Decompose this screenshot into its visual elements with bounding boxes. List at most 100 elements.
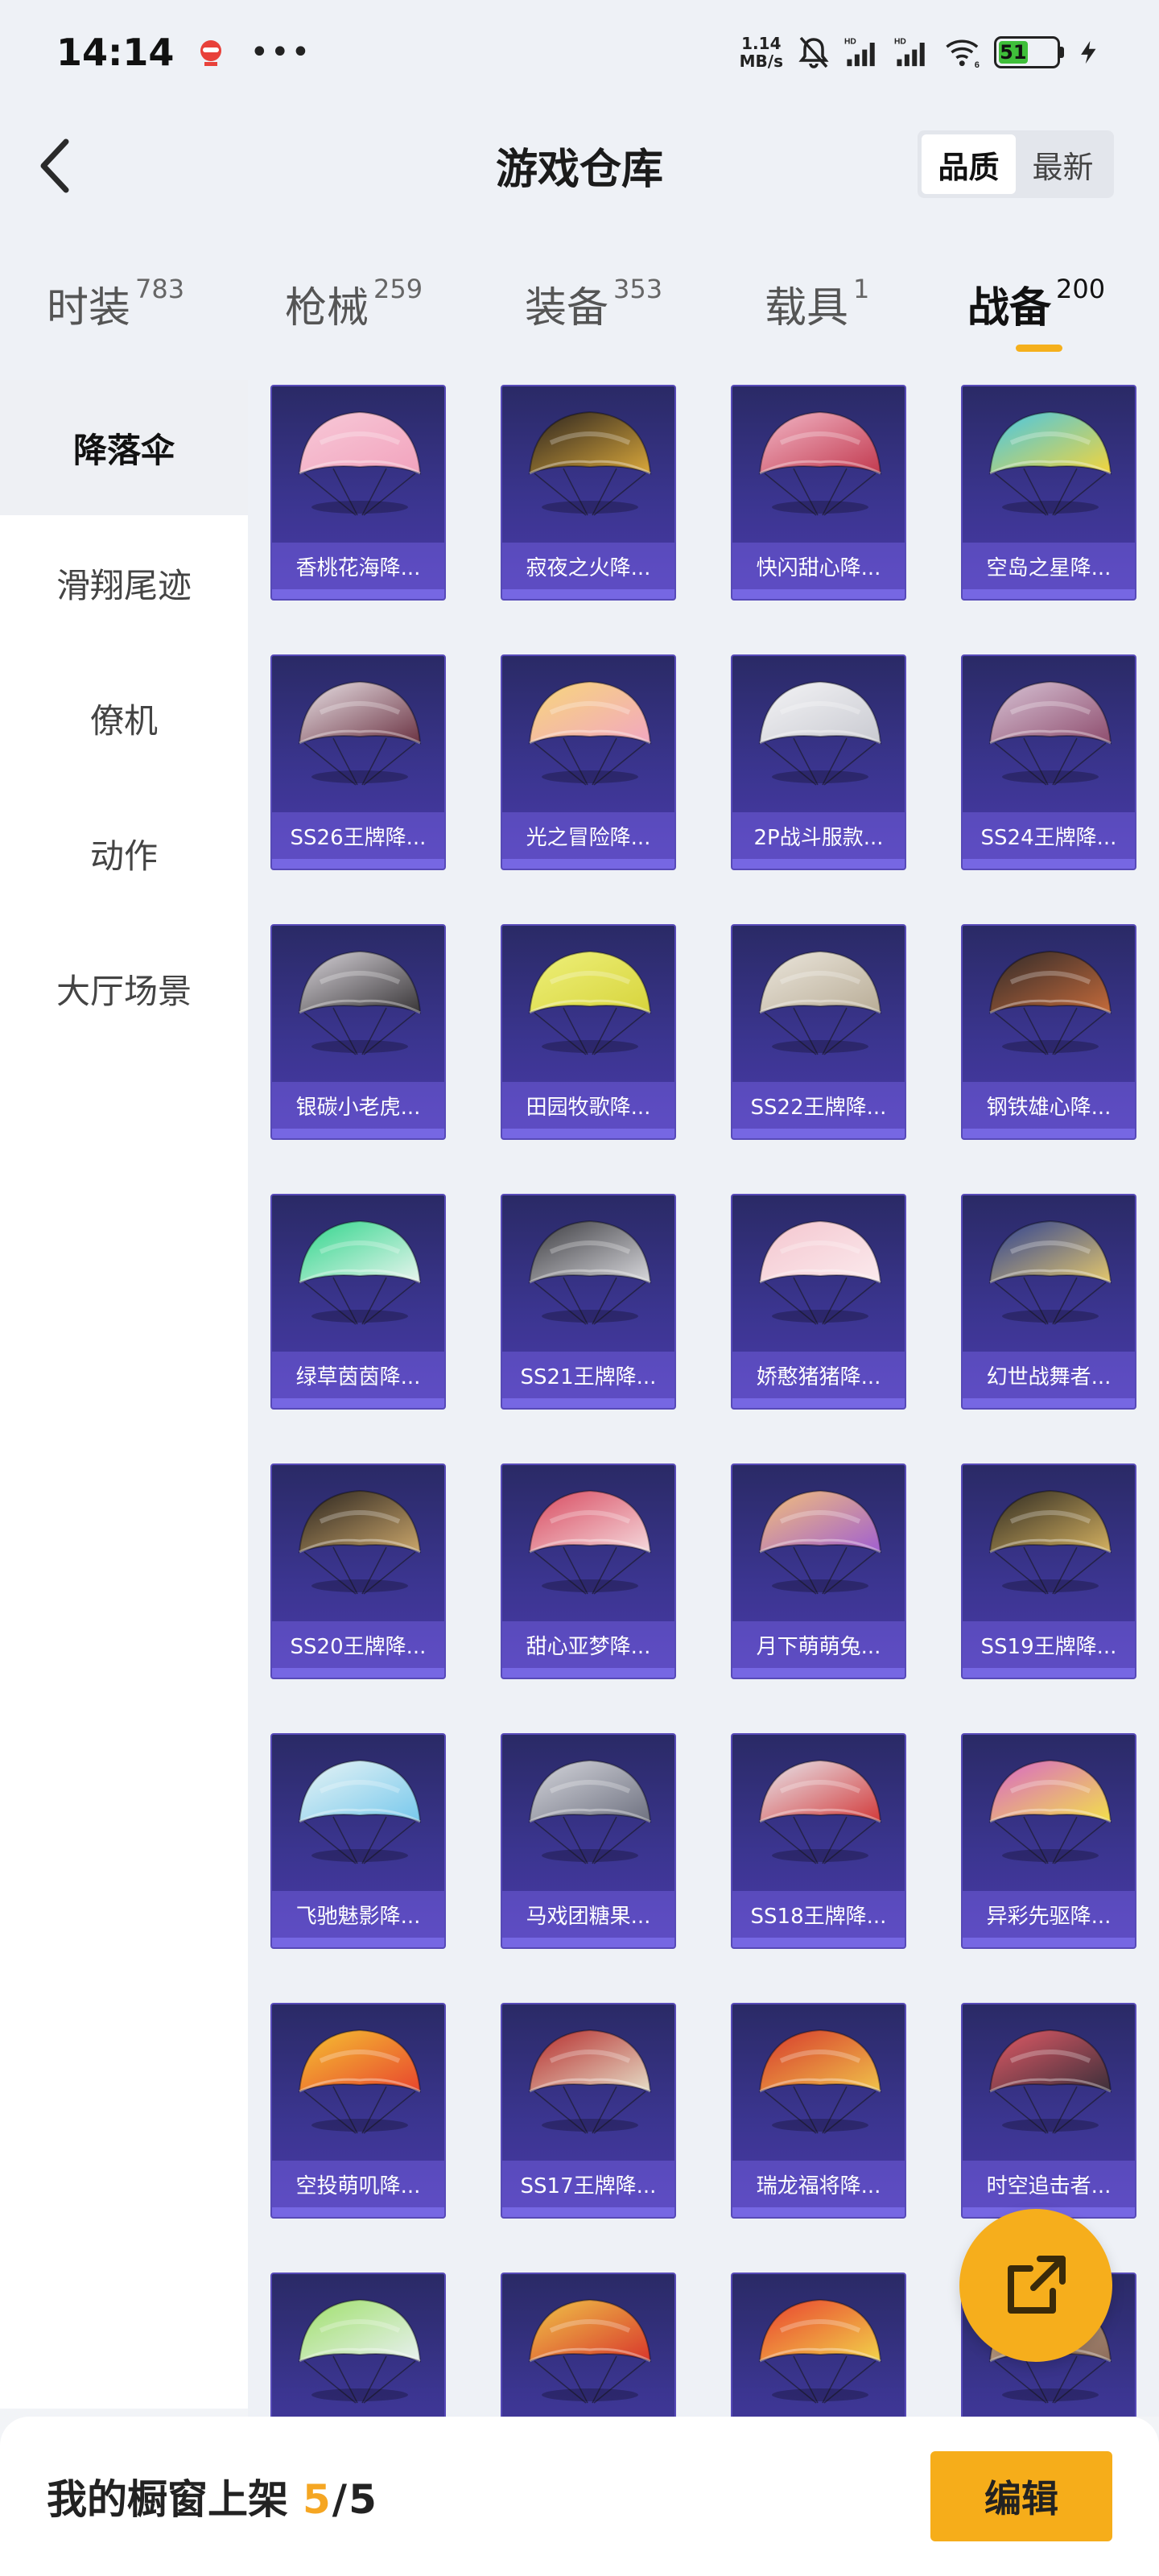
parachute-image bbox=[528, 2029, 652, 2134]
parachute-item-card[interactable]: 娇憨猪猪降... bbox=[731, 1194, 906, 1410]
parachute-item-card[interactable]: 空岛之星降... bbox=[961, 385, 1136, 601]
wifi-icon: 6 bbox=[946, 39, 980, 70]
showcase-status: 我的橱窗上架 5 / 5 bbox=[47, 2467, 377, 2525]
item-name: SS19王牌降... bbox=[963, 1621, 1135, 1668]
parachute-image bbox=[988, 1220, 1112, 1325]
parachute-item-card[interactable]: 幻世战舞者... bbox=[961, 1194, 1136, 1410]
sort-latest-option[interactable]: 最新 bbox=[1016, 134, 1110, 194]
parachute-item-card[interactable]: 异彩先驱降... bbox=[961, 1733, 1136, 1949]
parachute-item-card[interactable]: 马戏团糖果... bbox=[501, 1733, 676, 1949]
parachute-image bbox=[528, 1489, 652, 1595]
quality-bar bbox=[732, 1938, 905, 1947]
parachute-image bbox=[528, 1759, 652, 1864]
item-name: 田园牧歌降... bbox=[502, 1082, 674, 1129]
quality-bar bbox=[963, 859, 1135, 869]
parachute-image bbox=[298, 2029, 422, 2134]
parachute-item-card[interactable]: 时空追击者... bbox=[961, 2003, 1136, 2219]
quality-bar bbox=[502, 1398, 674, 1408]
item-name: 香桃花海降... bbox=[272, 543, 444, 589]
parachute-item-card[interactable]: SS20王牌降... bbox=[270, 1463, 446, 1679]
tab-vehicles[interactable]: 载具 1 bbox=[765, 274, 869, 334]
sort-quality-option[interactable]: 品质 bbox=[922, 134, 1016, 194]
item-name: SS18王牌降... bbox=[732, 1891, 905, 1938]
parachute-item-card[interactable]: 月下萌萌兔... bbox=[731, 1463, 906, 1679]
parachute-item-card[interactable] bbox=[731, 2273, 906, 2417]
parachute-item-card[interactable] bbox=[270, 2273, 446, 2417]
tab-label: 载具 bbox=[765, 284, 849, 332]
parachute-item-card[interactable]: 光之冒险降... bbox=[501, 654, 676, 870]
parachute-item-card[interactable]: 快闪甜心降... bbox=[731, 385, 906, 601]
tab-equipment[interactable]: 装备 353 bbox=[525, 274, 662, 334]
sidebar-item-wingman[interactable]: 僚机 bbox=[0, 650, 248, 786]
tab-label: 枪械 bbox=[285, 284, 369, 332]
quality-bar bbox=[272, 859, 444, 869]
item-name: 寂夜之火降... bbox=[502, 543, 674, 589]
sidebar-item-emote[interactable]: 动作 bbox=[0, 786, 248, 921]
item-name: 银碳小老虎... bbox=[272, 1082, 444, 1129]
item-name: SS21王牌降... bbox=[502, 1352, 674, 1398]
back-button[interactable] bbox=[24, 134, 89, 198]
parachute-item-card[interactable]: 钢铁雄心降... bbox=[961, 924, 1136, 1140]
item-name: SS22王牌降... bbox=[732, 1082, 905, 1129]
parachute-image bbox=[988, 1759, 1112, 1864]
mute-bell-icon bbox=[798, 36, 829, 68]
share-icon bbox=[1008, 2256, 1066, 2314]
parachute-image bbox=[528, 2298, 652, 2404]
item-name: SS26王牌降... bbox=[272, 812, 444, 859]
parachute-item-card[interactable]: 飞驰魅影降... bbox=[270, 1733, 446, 1949]
parachute-image bbox=[758, 680, 882, 786]
parachute-item-card[interactable]: 寂夜之火降... bbox=[501, 385, 676, 601]
showcase-current: 5 bbox=[303, 2476, 331, 2523]
parachute-item-card[interactable] bbox=[501, 2273, 676, 2417]
parachute-image bbox=[528, 1220, 652, 1325]
parachute-item-card[interactable]: 瑞龙福将降... bbox=[731, 2003, 906, 2219]
edit-button[interactable]: 编辑 bbox=[930, 2451, 1112, 2541]
parachute-image bbox=[758, 1759, 882, 1864]
parachute-item-card[interactable]: 田园牧歌降... bbox=[501, 924, 676, 1140]
parachute-item-card[interactable]: 绿草茵茵降... bbox=[270, 1194, 446, 1410]
parachute-image bbox=[298, 680, 422, 786]
parachute-item-card[interactable]: 2P战斗服款... bbox=[731, 654, 906, 870]
header: 游戏仓库 品质 最新 bbox=[0, 105, 1159, 225]
item-name: 月下萌萌兔... bbox=[732, 1621, 905, 1668]
net-speed: 1.14 MB/s bbox=[740, 35, 783, 70]
item-name: 绿草茵茵降... bbox=[272, 1352, 444, 1398]
parachute-item-card[interactable]: SS26王牌降... bbox=[270, 654, 446, 870]
parachute-item-card[interactable]: SS17王牌降... bbox=[501, 2003, 676, 2219]
sort-toggle[interactable]: 品质 最新 bbox=[918, 130, 1114, 198]
quality-bar bbox=[272, 1129, 444, 1138]
wifi-label: 6 bbox=[975, 60, 980, 70]
parachute-item-card[interactable]: 香桃花海降... bbox=[270, 385, 446, 601]
signal-2-icon: HD bbox=[894, 38, 925, 67]
parachute-image bbox=[528, 680, 652, 786]
sidebar-item-lobby-scene[interactable]: 大厅场景 bbox=[0, 921, 248, 1056]
app-notification-icon bbox=[200, 40, 222, 66]
sidebar-item-parachute[interactable]: 降落伞 bbox=[0, 380, 248, 515]
parachute-item-card[interactable]: SS18王牌降... bbox=[731, 1733, 906, 1949]
tab-weapons[interactable]: 枪械 259 bbox=[285, 274, 423, 334]
parachute-item-card[interactable]: SS22王牌降... bbox=[731, 924, 906, 1140]
tab-battle-gear[interactable]: 战备 200 bbox=[967, 274, 1105, 334]
parachute-item-card[interactable]: 空投萌叽降... bbox=[270, 2003, 446, 2219]
item-name: SS20王牌降... bbox=[272, 1621, 444, 1668]
parachute-item-card[interactable]: 银碳小老虎... bbox=[270, 924, 446, 1140]
parachute-item-card[interactable]: SS19王牌降... bbox=[961, 1463, 1136, 1679]
item-name: 光之冒险降... bbox=[502, 812, 674, 859]
category-tabs: 时装 783 枪械 259 装备 353 载具 1 战备 200 bbox=[0, 242, 1159, 380]
quality-bar bbox=[502, 1668, 674, 1678]
net-speed-value: 1.14 bbox=[741, 34, 782, 53]
parachute-image bbox=[298, 950, 422, 1055]
quality-bar bbox=[502, 1129, 674, 1138]
sidebar-item-glide-trail[interactable]: 滑翔尾迹 bbox=[0, 515, 248, 650]
share-button[interactable] bbox=[959, 2209, 1112, 2362]
tab-fashion[interactable]: 时装 783 bbox=[47, 274, 184, 334]
parachute-item-card[interactable]: 甜心亚梦降... bbox=[501, 1463, 676, 1679]
quality-bar bbox=[732, 2207, 905, 2217]
parachute-image bbox=[758, 2029, 882, 2134]
net-speed-unit: MB/s bbox=[739, 52, 783, 71]
parachute-image bbox=[758, 950, 882, 1055]
parachute-item-card[interactable]: SS24王牌降... bbox=[961, 654, 1136, 870]
quality-bar bbox=[963, 1129, 1135, 1138]
parachute-item-card[interactable]: SS21王牌降... bbox=[501, 1194, 676, 1410]
more-status-icon: ••• bbox=[250, 34, 312, 71]
